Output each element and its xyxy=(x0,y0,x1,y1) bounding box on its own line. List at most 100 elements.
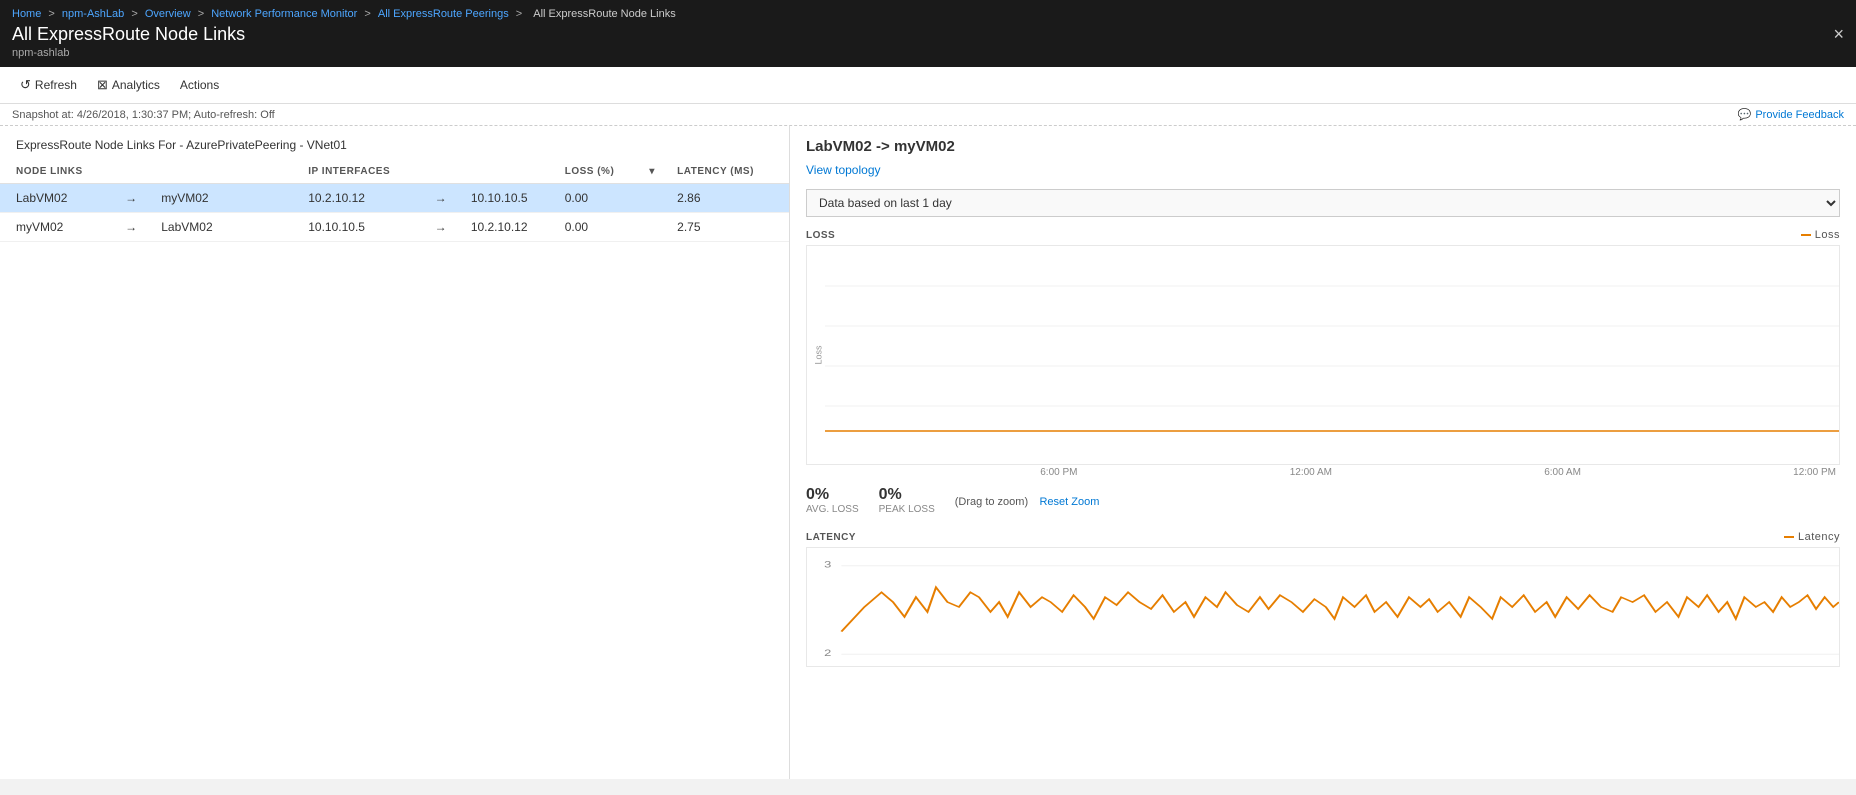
loss-chart-label: LOSS Loss xyxy=(806,229,1840,241)
col-node-links-arrow xyxy=(117,160,153,184)
snapshot-bar: Snapshot at: 4/26/2018, 1:30:37 PM; Auto… xyxy=(0,104,1856,126)
close-button[interactable]: × xyxy=(1833,25,1844,43)
cell-spacer xyxy=(240,213,300,242)
breadcrumb-home[interactable]: Home xyxy=(12,8,41,20)
cell-loss: 0.00 xyxy=(557,213,642,242)
detail-title: LabVM02 -> myVM02 xyxy=(806,138,1840,155)
loss-x-label-2: 6:00 PM xyxy=(1040,467,1077,478)
section-title: ExpressRoute Node Links For - AzurePriva… xyxy=(0,138,789,160)
cell-latency: 2.75 xyxy=(669,213,789,242)
col-ip2 xyxy=(463,160,557,184)
view-topology-link[interactable]: View topology xyxy=(806,163,881,177)
time-range-dropdown[interactable]: Data based on last 1 dayData based on la… xyxy=(806,189,1840,217)
table-header-row: NODE LINKS IP INTERFACES LOSS (%) ▾ LATE… xyxy=(0,160,789,184)
actions-label: Actions xyxy=(180,78,219,92)
loss-label-text: LOSS xyxy=(806,230,835,241)
breadcrumb-overview[interactable]: Overview xyxy=(145,8,191,20)
cell-ip2: 10.2.10.12 xyxy=(463,213,557,242)
svg-text:3: 3 xyxy=(824,560,831,570)
left-panel: ExpressRoute Node Links For - AzurePriva… xyxy=(0,126,790,779)
cell-arrow1: → xyxy=(117,184,153,213)
col-loss: LOSS (%) xyxy=(557,160,642,184)
avg-loss-value: 0% xyxy=(806,486,859,504)
col-spacer xyxy=(240,160,300,184)
latency-chart-section: LATENCY Latency 3 2 xyxy=(806,531,1840,667)
peak-loss-stat: 0% PEAK LOSS xyxy=(879,486,935,515)
right-panel: LabVM02 -> myVM02 View topology Data bas… xyxy=(790,126,1856,779)
latency-svg: 3 2 xyxy=(807,548,1839,666)
breadcrumb-npm2[interactable]: Network Performance Monitor xyxy=(211,8,357,20)
breadcrumb-peerings[interactable]: All ExpressRoute Peerings xyxy=(378,8,509,20)
provide-feedback-link[interactable]: 💬 Provide Feedback xyxy=(1738,108,1844,121)
cell-spacer xyxy=(240,184,300,213)
cell-node1: LabVM02 xyxy=(0,184,117,213)
sort-down-icon: ▾ xyxy=(649,166,655,177)
cell-sort xyxy=(641,213,669,242)
latency-legend-text: Latency xyxy=(1798,531,1840,543)
refresh-icon: ↺ xyxy=(20,77,31,93)
cell-latency: 2.86 xyxy=(669,184,789,213)
cell-ip2: 10.10.10.5 xyxy=(463,184,557,213)
actions-button[interactable]: Actions xyxy=(172,74,227,96)
latency-legend: Latency xyxy=(1784,531,1840,543)
latency-legend-dot xyxy=(1784,536,1794,538)
cell-arrow2: → xyxy=(427,213,463,242)
main-content: ExpressRoute Node Links For - AzurePriva… xyxy=(0,126,1856,779)
analytics-button[interactable]: ⊠ Analytics xyxy=(89,73,168,97)
table-row[interactable]: myVM02 → LabVM02 10.10.10.5 → 10.2.10.12… xyxy=(0,213,789,242)
loss-stats-row: 0% AVG. LOSS 0% PEAK LOSS (Drag to zoom)… xyxy=(806,486,1840,515)
drag-zoom-info: (Drag to zoom) Reset Zoom xyxy=(955,494,1100,508)
cell-node1: myVM02 xyxy=(0,213,117,242)
breadcrumb-npm[interactable]: npm-AshLab xyxy=(62,8,124,20)
avg-loss-label: AVG. LOSS xyxy=(806,504,859,515)
col-node-links: NODE LINKS xyxy=(0,160,117,184)
cell-node2: myVM02 xyxy=(153,184,240,213)
cell-loss: 0.00 xyxy=(557,184,642,213)
loss-legend-text: Loss xyxy=(1815,229,1840,241)
peak-loss-value: 0% xyxy=(879,486,935,504)
analytics-icon: ⊠ xyxy=(97,77,108,93)
loss-legend: Loss xyxy=(1801,229,1840,241)
col-latency: LATENCY (MS) xyxy=(669,160,789,184)
table-row[interactable]: LabVM02 → myVM02 10.2.10.12 → 10.10.10.5… xyxy=(0,184,789,213)
node-links-table: NODE LINKS IP INTERFACES LOSS (%) ▾ LATE… xyxy=(0,160,789,242)
svg-text:2: 2 xyxy=(824,649,831,659)
reset-zoom-link[interactable]: Reset Zoom xyxy=(1039,496,1099,508)
title-bar-left: Home > npm-AshLab > Overview > Network P… xyxy=(12,8,680,59)
latency-label-text: LATENCY xyxy=(806,532,856,543)
loss-x-label-4: 6:00 AM xyxy=(1544,467,1581,478)
loss-x-axis: 6:00 PM 12:00 AM 6:00 AM 12:00 PM xyxy=(824,465,1840,480)
cell-ip1: 10.10.10.5 xyxy=(300,213,426,242)
cell-sort xyxy=(641,184,669,213)
page-title: All ExpressRoute Node Links xyxy=(12,24,680,45)
loss-chart-container: Loss xyxy=(806,245,1840,465)
loss-x-label-5: 12:00 PM xyxy=(1793,467,1836,478)
refresh-label: Refresh xyxy=(35,78,77,92)
title-bar: Home > npm-AshLab > Overview > Network P… xyxy=(0,0,1856,67)
loss-x-label-3: 12:00 AM xyxy=(1290,467,1332,478)
col-ip-arrow xyxy=(427,160,463,184)
latency-chart-label: LATENCY Latency xyxy=(806,531,1840,543)
loss-legend-dot xyxy=(1801,234,1811,236)
col-sort-icon: ▾ xyxy=(641,160,669,184)
breadcrumb-current: All ExpressRoute Node Links xyxy=(533,8,675,20)
cell-arrow1: → xyxy=(117,213,153,242)
col-node-links-node2 xyxy=(153,160,240,184)
loss-svg xyxy=(825,246,1839,446)
loss-y-label: Loss xyxy=(814,345,824,364)
cell-arrow2: → xyxy=(427,184,463,213)
loss-chart-section: LOSS Loss Loss xyxy=(806,229,1840,515)
cell-node2: LabVM02 xyxy=(153,213,240,242)
snapshot-text: Snapshot at: 4/26/2018, 1:30:37 PM; Auto… xyxy=(12,109,275,121)
refresh-button[interactable]: ↺ Refresh xyxy=(12,73,85,97)
loss-chart-inner xyxy=(825,246,1839,464)
latency-chart-container: 3 2 xyxy=(806,547,1840,667)
breadcrumb: Home > npm-AshLab > Overview > Network P… xyxy=(12,8,680,24)
analytics-label: Analytics xyxy=(112,78,160,92)
peak-loss-label: PEAK LOSS xyxy=(879,504,935,515)
drag-zoom-text: (Drag to zoom) xyxy=(955,496,1028,508)
feedback-label: Provide Feedback xyxy=(1755,109,1844,121)
avg-loss-stat: 0% AVG. LOSS xyxy=(806,486,859,515)
cell-ip1: 10.2.10.12 xyxy=(300,184,426,213)
toolbar: ↺ Refresh ⊠ Analytics Actions xyxy=(0,67,1856,104)
